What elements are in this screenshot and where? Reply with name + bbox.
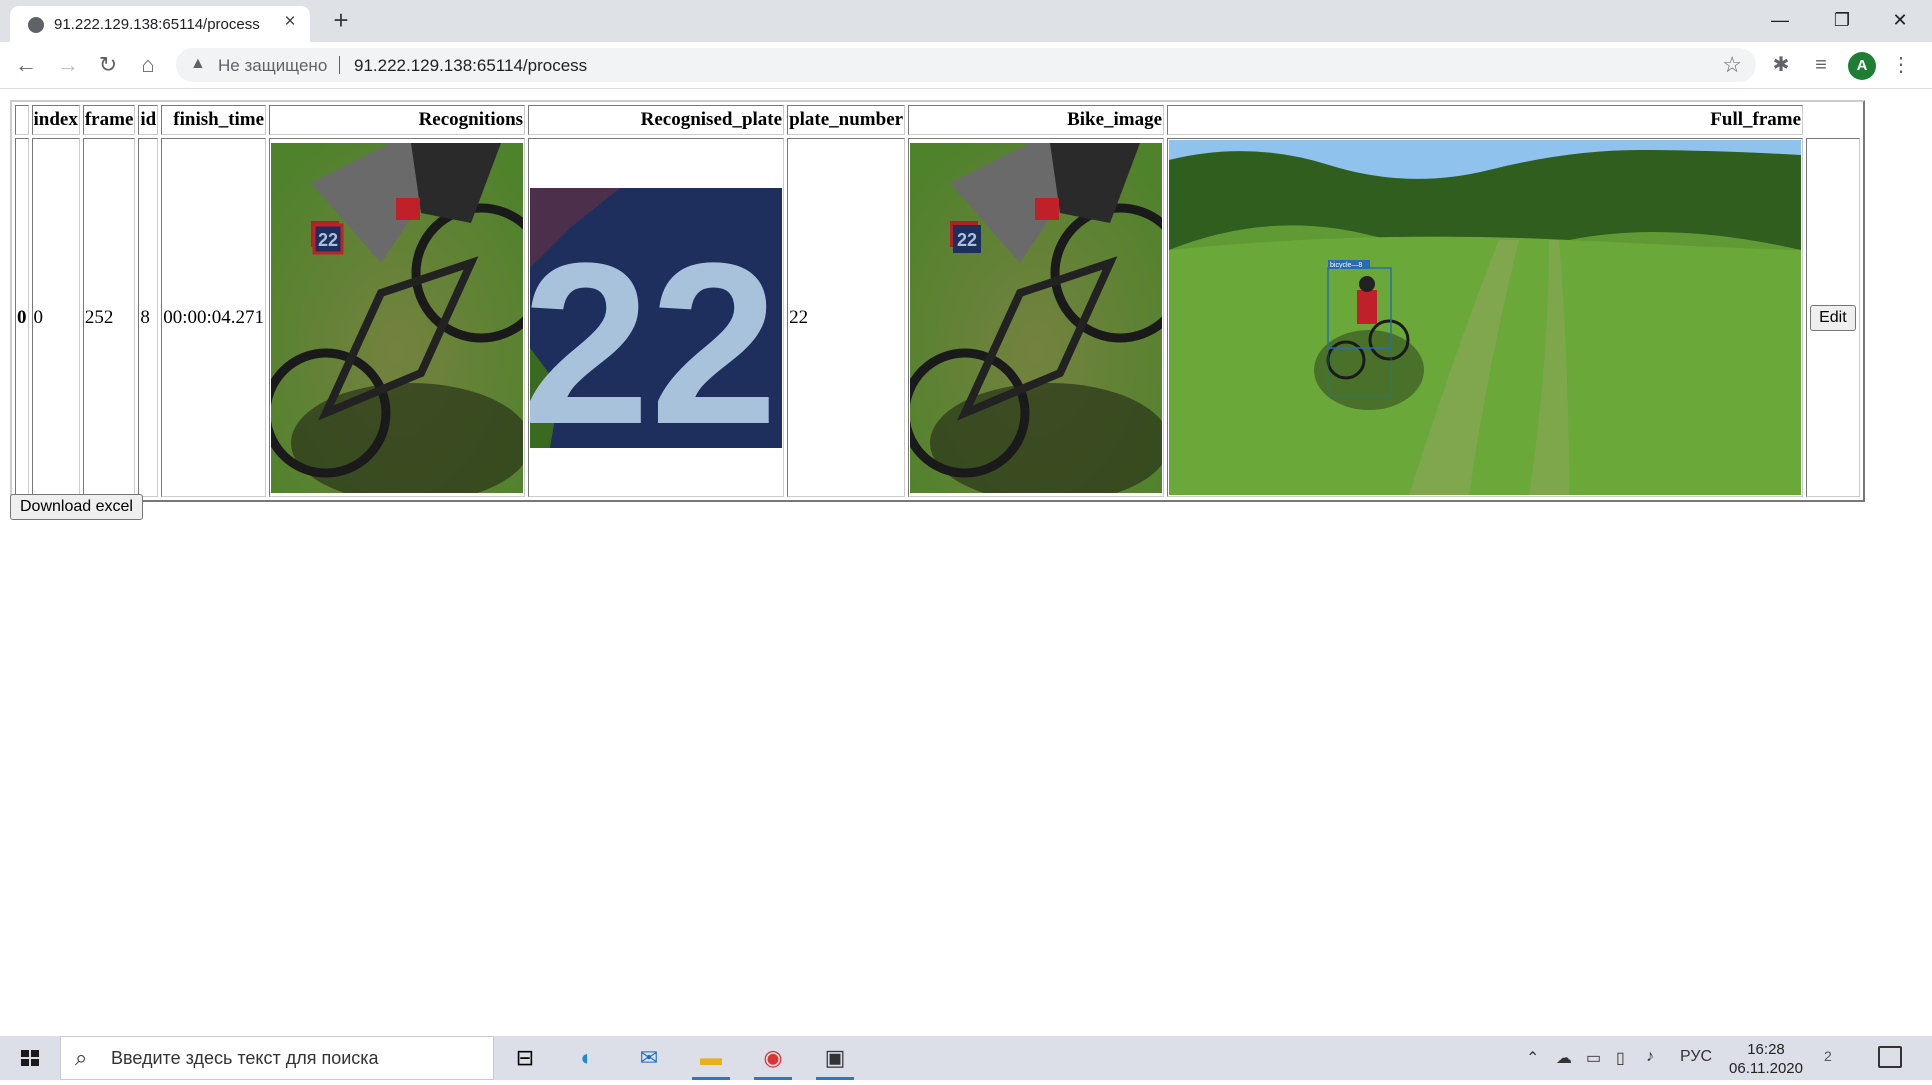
- security-label[interactable]: Не защищено: [218, 56, 327, 76]
- cell-recognised-plate: 22: [528, 138, 785, 497]
- edit-button[interactable]: Edit: [1810, 304, 1856, 331]
- plate-digits: 22: [530, 215, 778, 448]
- windows-logo-icon: [21, 1050, 39, 1066]
- task-view-icon[interactable]: ⊟: [502, 1040, 548, 1076]
- action-center-icon[interactable]: [1878, 1046, 1902, 1068]
- show-hidden-icons-icon[interactable]: ⌃: [1526, 1048, 1539, 1068]
- header-finish-time: finish_time: [161, 105, 267, 135]
- recognitions-image: 22: [271, 142, 524, 493]
- windows-taskbar: ⌕ Введите здесь текст для поиска ⊟ ◐ ✉ ▬…: [0, 1036, 1932, 1080]
- back-button[interactable]: ←: [10, 49, 42, 81]
- cell-index: 0: [31, 138, 80, 497]
- header-recognised-plate: Recognised_plate: [528, 105, 785, 135]
- plate-wrapper: 22: [530, 143, 783, 493]
- cell-id: 8: [138, 138, 159, 497]
- profile-avatar[interactable]: A: [1848, 52, 1876, 80]
- browser-tab[interactable]: 91.222.129.138:65114/process ×: [10, 6, 310, 42]
- header-blank: [15, 105, 29, 135]
- url-text[interactable]: 91.222.129.138:65114/process: [354, 56, 587, 76]
- header-full-frame: Full_frame: [1167, 105, 1804, 135]
- windows-start-button[interactable]: [0, 1036, 60, 1080]
- tab-strip: 91.222.129.138:65114/process × + — ❐ ✕: [0, 0, 1932, 42]
- table-header-row: index frame id finish_time Recognitions …: [15, 105, 1860, 135]
- notification-count-badge: 2: [1824, 1048, 1832, 1064]
- browser-toolbar: ← → ↻ ⌂ ▲ Не защищено 91.222.129.138:651…: [0, 42, 1932, 89]
- full-frame-image: bicycle—8: [1169, 140, 1802, 495]
- svg-text:22: 22: [957, 230, 977, 250]
- tab-title: 91.222.129.138:65114/process: [54, 16, 260, 33]
- menu-kebab-icon[interactable]: ⋮: [1886, 50, 1916, 80]
- row-label: 0: [15, 138, 29, 497]
- header-frame: frame: [82, 105, 136, 135]
- edge-icon[interactable]: ◐: [564, 1040, 610, 1076]
- warning-icon: ▲: [190, 55, 206, 72]
- mail-icon[interactable]: ✉: [626, 1040, 672, 1076]
- plate-crop-graphic: 22: [530, 187, 783, 448]
- bookmark-star-icon[interactable]: ☆: [1722, 52, 1742, 78]
- cell-plate-number: 22: [787, 138, 906, 497]
- reload-button[interactable]: ↻: [92, 49, 124, 81]
- network-icon[interactable]: ▯: [1616, 1048, 1625, 1068]
- page-content: index frame id finish_time Recognitions …: [10, 100, 1865, 502]
- download-excel-button[interactable]: Download excel: [10, 494, 143, 520]
- separator: [339, 56, 340, 74]
- svg-text:22: 22: [318, 230, 338, 250]
- cell-frame: 252: [82, 138, 136, 497]
- bike-image: 22: [910, 142, 1163, 493]
- cell-full-frame: bicycle—8: [1167, 138, 1804, 497]
- cell-recognitions: 22: [269, 138, 526, 497]
- clock-time: 16:28: [1747, 1041, 1785, 1058]
- header-index: index: [31, 105, 80, 135]
- forward-button[interactable]: →: [52, 49, 84, 81]
- onedrive-cloud-icon[interactable]: ☁: [1556, 1048, 1572, 1068]
- volume-icon[interactable]: ♪: [1646, 1048, 1654, 1066]
- close-window-button[interactable]: ✕: [1872, 0, 1928, 40]
- cell-bike-image: 22: [908, 138, 1165, 497]
- header-recognitions: Recognitions: [269, 105, 526, 135]
- media-control-icon[interactable]: ≡: [1806, 50, 1836, 80]
- address-bar[interactable]: ▲ Не защищено 91.222.129.138:65114/proce…: [176, 48, 1756, 82]
- search-placeholder: Введите здесь текст для поиска: [111, 1048, 379, 1068]
- cell-edit: Edit: [1806, 138, 1860, 497]
- home-button[interactable]: ⌂: [132, 49, 164, 81]
- system-clock[interactable]: 16:28 06.11.2020: [1726, 1040, 1806, 1078]
- recognised-plate-image: 22: [530, 187, 783, 448]
- header-id: id: [138, 105, 159, 135]
- table-row: 0 0 252 8 00:00:04.271 22 22 22 22 bicyc…: [15, 138, 1860, 497]
- taskbar-search-box[interactable]: ⌕ Введите здесь текст для поиска: [60, 1036, 494, 1080]
- new-tab-button[interactable]: +: [326, 6, 356, 36]
- chrome-icon[interactable]: ◉: [750, 1040, 796, 1080]
- terminal-app-icon[interactable]: ▣: [812, 1040, 858, 1080]
- clock-date: 06.11.2020: [1729, 1060, 1803, 1077]
- restore-button[interactable]: ❐: [1814, 0, 1870, 40]
- extensions-icon[interactable]: ✱: [1766, 50, 1796, 80]
- language-indicator[interactable]: РУС: [1680, 1048, 1712, 1066]
- minimize-button[interactable]: —: [1752, 0, 1808, 40]
- header-plate-number: plate_number: [787, 105, 906, 135]
- globe-icon: [28, 17, 44, 33]
- close-tab-icon[interactable]: ×: [278, 10, 302, 34]
- results-table: index frame id finish_time Recognitions …: [10, 100, 1865, 502]
- cell-finish-time: 00:00:04.271: [161, 138, 267, 497]
- header-bike-image: Bike_image: [908, 105, 1165, 135]
- battery-icon[interactable]: ▭: [1586, 1048, 1601, 1068]
- file-explorer-icon[interactable]: ▬: [688, 1040, 734, 1080]
- search-icon: ⌕: [75, 1045, 88, 1070]
